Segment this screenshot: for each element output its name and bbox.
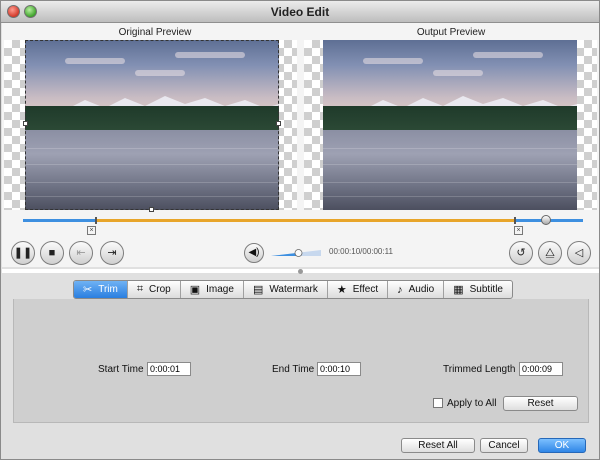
stop-button[interactable]: ■ — [40, 241, 64, 265]
original-preview-label: Original Preview — [118, 27, 192, 38]
bracket-start-icon: ⇤ — [76, 247, 86, 259]
scissors-icon: ✂ — [83, 284, 93, 296]
reset-all-button[interactable]: Reset All — [401, 438, 475, 453]
subtitle-icon: ▦ — [453, 284, 464, 296]
trimmed-length-field[interactable] — [519, 362, 563, 376]
flip-horizontal-icon: ⧋ — [545, 247, 555, 259]
star-icon: ★ — [336, 284, 347, 296]
crop-icon: ⌗ — [136, 283, 144, 295]
trim-range — [95, 219, 515, 222]
cancel-button[interactable]: Cancel — [480, 438, 528, 453]
volume-button[interactable]: ◀) — [244, 243, 264, 263]
apply-to-all-checkbox[interactable] — [433, 398, 443, 408]
tab-trim[interactable]: ✂ Trim — [74, 281, 128, 298]
watermark-icon: ▤ — [252, 284, 264, 296]
music-note-icon: ♪ — [397, 283, 403, 296]
title-bar: Video Edit — [1, 1, 599, 23]
start-time-label: Start Time — [98, 364, 144, 375]
crop-handle[interactable] — [149, 207, 154, 212]
output-preview-label: Output Preview — [416, 27, 486, 38]
pause-icon: ❚❚ — [13, 247, 33, 259]
trim-start-marker[interactable] — [95, 217, 97, 224]
image-icon: ▣ — [189, 284, 201, 296]
flip-horizontal-button[interactable]: ⧋ — [538, 241, 562, 265]
apply-to-all-label: Apply to All — [447, 398, 497, 409]
playhead-knob[interactable] — [541, 215, 551, 225]
trimmed-length-label: Trimmed Length — [443, 364, 516, 375]
trim-start-handle[interactable]: × — [87, 226, 96, 235]
edit-tabs: ✂ Trim ⌗ Crop ▣ Image ▤ Watermark ★ Effe… — [73, 280, 513, 299]
flip-vertical-button[interactable]: ◁ — [567, 241, 591, 265]
tab-image[interactable]: ▣ Image — [181, 281, 244, 298]
tab-subtitle[interactable]: ▦ Subtitle — [444, 281, 512, 298]
crop-handle[interactable] — [23, 121, 28, 126]
pause-button[interactable]: ❚❚ — [11, 241, 35, 265]
crop-handle[interactable] — [276, 121, 281, 126]
video-edit-window: Video Edit Original Preview Output Previ… — [0, 0, 600, 460]
volume-slider[interactable] — [271, 247, 321, 257]
end-time-field[interactable] — [317, 362, 361, 376]
time-readout: 00:00:10/00:00:11 — [329, 247, 393, 256]
speaker-icon: ◀) — [248, 247, 260, 258]
tab-crop[interactable]: ⌗ Crop — [128, 281, 181, 298]
tab-watermark[interactable]: ▤ Watermark — [244, 281, 328, 298]
start-time-field[interactable] — [147, 362, 191, 376]
tab-effect[interactable]: ★ Effect — [328, 281, 389, 298]
output-video-frame — [323, 40, 577, 210]
rotate-button[interactable]: ↺ — [509, 241, 533, 265]
tab-audio[interactable]: ♪ Audio — [388, 281, 445, 298]
ok-button[interactable]: OK — [538, 438, 586, 453]
set-start-button[interactable]: ⇤ — [69, 241, 93, 265]
set-end-button[interactable]: ⇥ — [100, 241, 124, 265]
trim-timeline[interactable] — [23, 215, 583, 225]
window-title: Video Edit — [270, 5, 330, 19]
trim-end-handle[interactable]: × — [514, 226, 523, 235]
crop-selection-frame[interactable] — [25, 40, 279, 210]
splitter-handle[interactable] — [298, 269, 303, 274]
stop-icon: ■ — [48, 247, 56, 259]
trim-end-marker[interactable] — [514, 217, 516, 224]
bracket-end-icon: ⇥ — [107, 247, 117, 259]
reset-button[interactable]: Reset — [503, 396, 578, 411]
end-time-label: End Time — [272, 364, 315, 375]
rotate-icon: ↺ — [516, 247, 526, 259]
flip-vertical-icon: ◁ — [574, 247, 584, 259]
